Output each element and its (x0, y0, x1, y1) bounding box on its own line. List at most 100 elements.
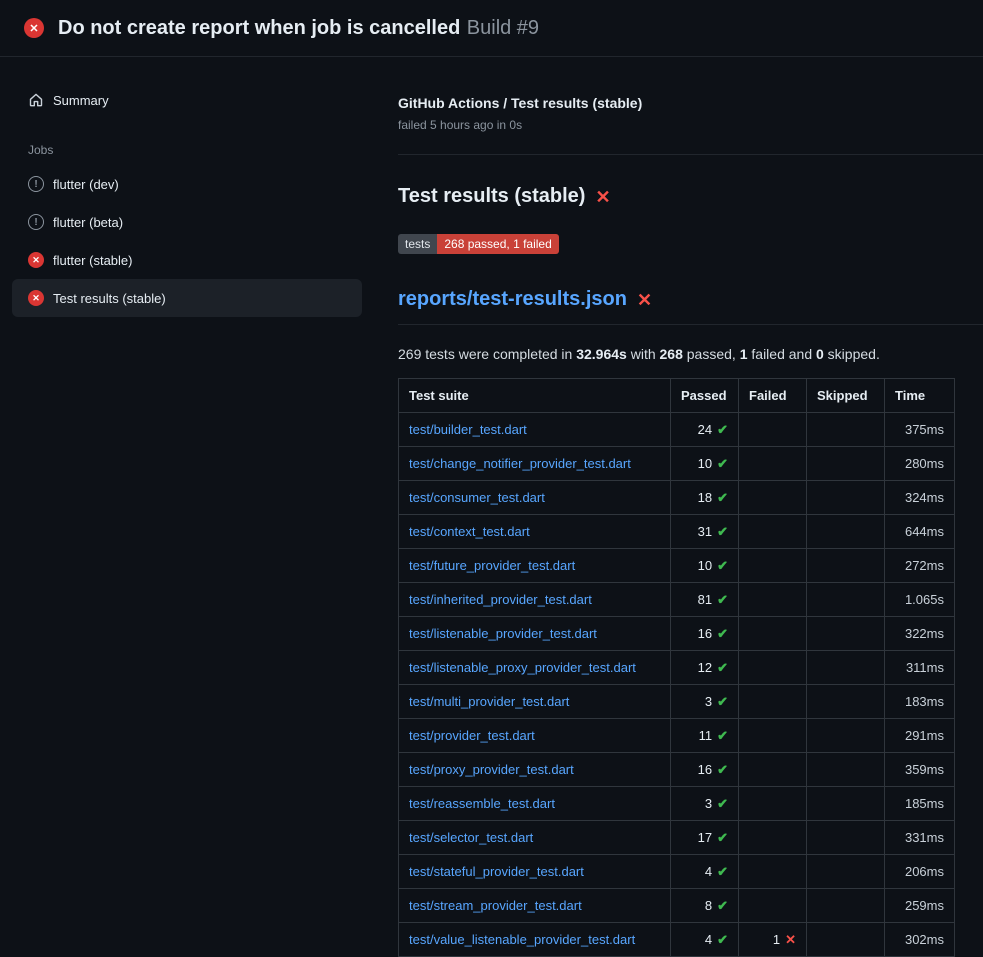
summary-duration: 32.964s (576, 346, 627, 362)
time-cell: 644ms (885, 515, 955, 549)
passed-count: 12 (698, 660, 712, 675)
summary-mid2: passed, (683, 346, 740, 362)
main-content: GitHub Actions / Test results (stable) f… (374, 57, 983, 950)
passed-cell: 12 ✔ (671, 651, 739, 685)
failed-cell (739, 753, 807, 787)
failed-cell (739, 719, 807, 753)
sidebar-item-flutter-stable[interactable]: ✕ flutter (stable) (12, 241, 362, 279)
check-icon: ✔ (717, 728, 728, 743)
suite-link[interactable]: test/context_test.dart (409, 524, 530, 539)
check-icon: ✔ (717, 490, 728, 505)
suite-link[interactable]: test/stateful_provider_test.dart (409, 864, 584, 879)
table-header-row: Test suite Passed Failed Skipped Time (399, 379, 955, 413)
failed-cell (739, 413, 807, 447)
suite-link[interactable]: test/selector_test.dart (409, 830, 533, 845)
badge-label: tests (398, 234, 437, 254)
failed-cell (739, 447, 807, 481)
failed-cell (739, 821, 807, 855)
check-icon: ✔ (717, 762, 728, 777)
passed-count: 24 (698, 422, 712, 437)
failed-cell (739, 583, 807, 617)
check-icon: ✔ (717, 660, 728, 675)
skipped-cell (807, 923, 885, 957)
suite-link[interactable]: test/provider_test.dart (409, 728, 535, 743)
table-row: test/value_listenable_provider_test.dart… (399, 923, 955, 957)
table-row: test/listenable_provider_test.dart 16✔ 3… (399, 617, 955, 651)
skipped-cell (807, 617, 885, 651)
suite-link[interactable]: test/stream_provider_test.dart (409, 898, 582, 913)
time-cell: 324ms (885, 481, 955, 515)
failed-cell (739, 651, 807, 685)
passed-cell: 31✔ (671, 515, 739, 549)
suite-cell: test/builder_test.dart (399, 413, 671, 447)
passed-count: 4 (705, 864, 712, 879)
failed-cell (739, 481, 807, 515)
suite-link[interactable]: test/consumer_test.dart (409, 490, 545, 505)
passed-cell: 3✔ (671, 685, 739, 719)
check-icon: ✔ (717, 932, 728, 947)
suite-link[interactable]: test/multi_provider_test.dart (409, 694, 569, 709)
column-header-passed: Passed (671, 379, 739, 413)
test-results-table: Test suite Passed Failed Skipped Time te… (398, 378, 955, 957)
suite-link[interactable]: test/listenable_provider_test.dart (409, 626, 597, 641)
x-glyph: ✕ (29, 22, 38, 35)
report-link[interactable]: reports/test-results.json (398, 288, 627, 311)
column-header-skipped: Skipped (807, 379, 885, 413)
suite-link[interactable]: test/value_listenable_provider_test.dart (409, 932, 635, 947)
skipped-cell (807, 651, 885, 685)
table-row: test/reassemble_test.dart 3✔ 185ms (399, 787, 955, 821)
skipped-cell (807, 413, 885, 447)
table-row: test/listenable_proxy_provider_test.dart… (399, 651, 955, 685)
check-icon: ✔ (717, 864, 728, 879)
table-row: test/selector_test.dart 17✔ 331ms (399, 821, 955, 855)
suite-cell: test/multi_provider_test.dart (399, 685, 671, 719)
suite-link[interactable]: test/future_provider_test.dart (409, 558, 575, 573)
sidebar-item-flutter-beta[interactable]: ! flutter (beta) (12, 203, 362, 241)
check-icon: ✔ (717, 592, 728, 607)
failed-status-icon: ✕ (28, 252, 44, 268)
skipped-cell (807, 787, 885, 821)
failed-cell (739, 549, 807, 583)
suite-cell: test/consumer_test.dart (399, 481, 671, 515)
table-row: test/change_notifier_provider_test.dart … (399, 447, 955, 481)
suite-cell: test/stream_provider_test.dart (399, 889, 671, 923)
suite-link[interactable]: test/change_notifier_provider_test.dart (409, 456, 631, 471)
divider (398, 154, 983, 155)
cross-icon: ✕ (785, 932, 796, 947)
summary-text: 269 tests were completed in 32.964s with… (398, 346, 952, 362)
sidebar-item-flutter-dev[interactable]: ! flutter (dev) (12, 165, 362, 203)
sidebar-item-test-results-stable[interactable]: ✕ Test results (stable) (12, 279, 362, 317)
suite-cell: test/proxy_provider_test.dart (399, 753, 671, 787)
table-row: test/inherited_provider_test.dart 81✔ 1.… (399, 583, 955, 617)
passed-cell: 16 ✔ (671, 753, 739, 787)
table-row: test/multi_provider_test.dart 3✔ 183ms (399, 685, 955, 719)
suite-cell: test/value_listenable_provider_test.dart (399, 923, 671, 957)
passed-count: 3 (705, 694, 712, 709)
passed-count: 16 (698, 762, 712, 777)
suite-cell: test/provider_test.dart (399, 719, 671, 753)
suite-link[interactable]: test/builder_test.dart (409, 422, 527, 437)
failed-cell (739, 889, 807, 923)
suite-link[interactable]: test/proxy_provider_test.dart (409, 762, 574, 777)
neutral-status-icon: ! (28, 214, 44, 230)
time-cell: 291ms (885, 719, 955, 753)
report-title-row: reports/test-results.json ✕ (398, 288, 952, 311)
summary-suffix: skipped. (824, 346, 880, 362)
breadcrumb: GitHub Actions / Test results (stable) (398, 95, 952, 111)
suite-link[interactable]: test/reassemble_test.dart (409, 796, 555, 811)
check-icon: ✔ (717, 422, 728, 437)
passed-cell: 3✔ (671, 787, 739, 821)
sidebar-item-label: flutter (dev) (53, 177, 119, 192)
suite-link[interactable]: test/inherited_provider_test.dart (409, 592, 592, 607)
failed-cell (739, 617, 807, 651)
time-cell: 302ms (885, 923, 955, 957)
time-cell: 280ms (885, 447, 955, 481)
suite-cell: test/future_provider_test.dart (399, 549, 671, 583)
check-icon: ✔ (717, 694, 728, 709)
passed-cell: 4✔ (671, 923, 739, 957)
status-line: failed 5 hours ago in 0s (398, 118, 952, 132)
time-cell: 206ms (885, 855, 955, 889)
test-table-body: test/builder_test.dart 24✔ 375ms test/ch… (399, 413, 955, 957)
suite-link[interactable]: test/listenable_proxy_provider_test.dart (409, 660, 636, 675)
sidebar-item-summary[interactable]: Summary (12, 81, 362, 119)
